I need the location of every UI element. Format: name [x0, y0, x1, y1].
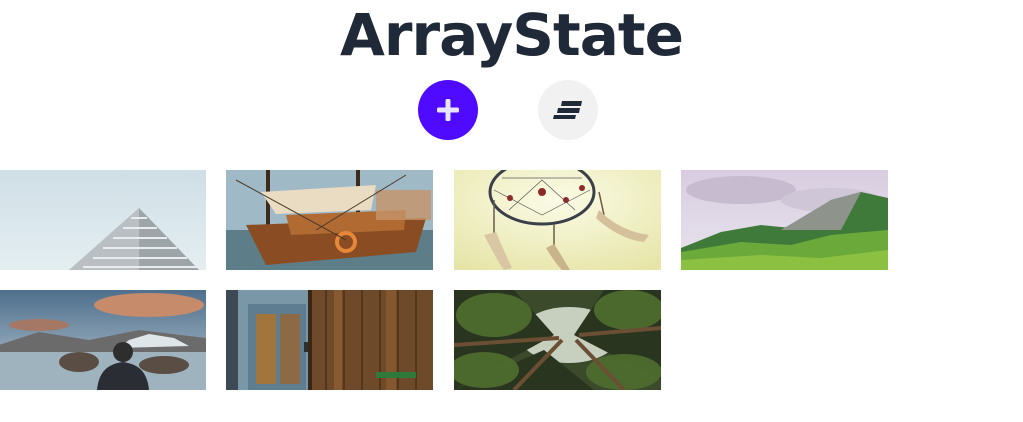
- gallery-image[interactable]: [681, 170, 888, 270]
- plus-icon: [437, 99, 459, 121]
- image-mountains: [681, 170, 888, 270]
- sort-lines-icon: [553, 101, 582, 119]
- gallery-image[interactable]: [454, 290, 661, 390]
- add-button[interactable]: [418, 80, 478, 140]
- image-forest-canopy: [454, 290, 661, 390]
- image-wooden-doors: [226, 290, 433, 390]
- gallery-image[interactable]: [454, 170, 661, 270]
- image-person-lake: [0, 290, 206, 390]
- sort-button[interactable]: [538, 80, 598, 140]
- gallery-image[interactable]: [0, 170, 206, 270]
- image-sailing-ship: [226, 170, 433, 270]
- gallery-image[interactable]: [226, 170, 433, 270]
- gallery-image[interactable]: [0, 290, 206, 390]
- gallery-image[interactable]: [226, 290, 433, 390]
- image-white-building: [0, 170, 206, 270]
- image-dreamcatcher: [454, 170, 661, 270]
- page-title: ArrayState: [340, 1, 684, 69]
